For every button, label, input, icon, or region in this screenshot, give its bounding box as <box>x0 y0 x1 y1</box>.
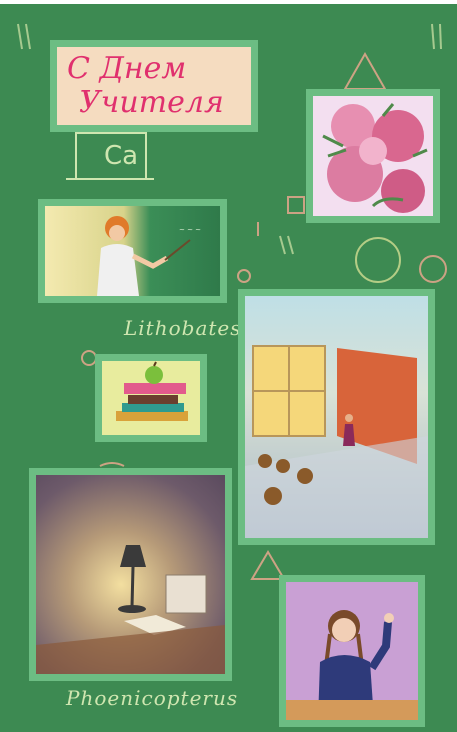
greeting-line-1: С Днем <box>67 51 187 86</box>
greeting-card: С Днем Учителя <box>50 40 258 132</box>
teacher-picture: ~ ~ ~ <box>38 199 227 303</box>
greeting-panel: С Днем Учителя <box>57 47 251 125</box>
teacher-at-blackboard-icon: ~ ~ ~ <box>97 216 201 296</box>
desk-lamp-picture <box>29 468 232 681</box>
signature-bottom: Phoenicopterus <box>66 686 239 710</box>
student-raising-hand-icon <box>286 610 418 720</box>
chemistry-element-doodle: Ca <box>66 129 154 185</box>
desk-lamp-with-books-icon <box>36 545 225 674</box>
flowers-picture <box>306 89 440 223</box>
books-picture <box>95 354 207 442</box>
student-picture <box>279 575 425 727</box>
element-symbol: Ca <box>104 141 139 171</box>
signature-top: Lithobates <box>124 316 242 340</box>
greeting-line-2: Учителя <box>79 85 224 120</box>
chalkboard: Ca С Днем Учителя ~ ~ ~ Lithobates Phoen… <box>0 4 457 732</box>
classroom-picture <box>238 289 435 545</box>
books-with-apple-icon <box>116 361 188 421</box>
peony-flowers-icon <box>322 103 428 213</box>
classroom-lecture-icon <box>245 345 428 538</box>
svg-text:~ ~ ~: ~ ~ ~ <box>179 226 201 234</box>
